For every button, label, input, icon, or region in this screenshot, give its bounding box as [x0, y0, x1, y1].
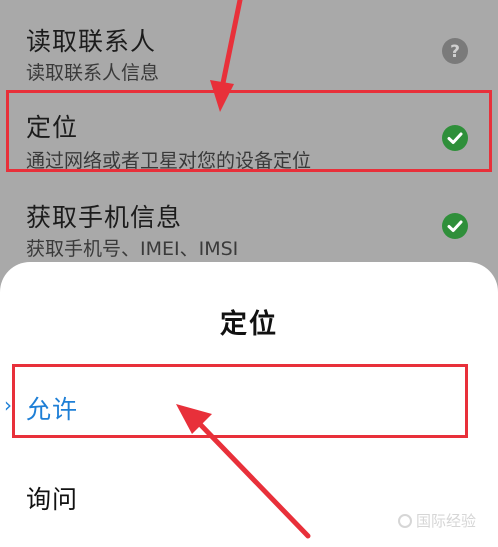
- permission-title: 获取手机信息: [26, 203, 183, 232]
- permission-contacts[interactable]: 读取联系人 读取联系人信息 ?: [0, 0, 498, 90]
- watermark-logo-icon: [397, 513, 412, 528]
- question-icon: ?: [442, 38, 468, 64]
- watermark-text: 国际经验: [415, 512, 476, 530]
- permission-phone-info[interactable]: 获取手机信息 获取手机号、IMEI、IMSI: [0, 180, 498, 270]
- option-label: 询问: [26, 485, 79, 514]
- check-circle-icon: [442, 213, 468, 239]
- svg-text:?: ?: [450, 42, 460, 62]
- highlight-box-location: [6, 90, 492, 172]
- selected-check-icon: ›: [4, 393, 12, 417]
- permission-desc: 读取联系人信息: [26, 62, 160, 84]
- highlight-box-allow: [12, 364, 468, 438]
- sheet-title: 定位: [220, 309, 278, 340]
- permission-title: 读取联系人: [26, 27, 157, 56]
- permission-desc: 获取手机号、IMEI、IMSI: [26, 238, 239, 260]
- watermark: 国际经验: [397, 510, 476, 531]
